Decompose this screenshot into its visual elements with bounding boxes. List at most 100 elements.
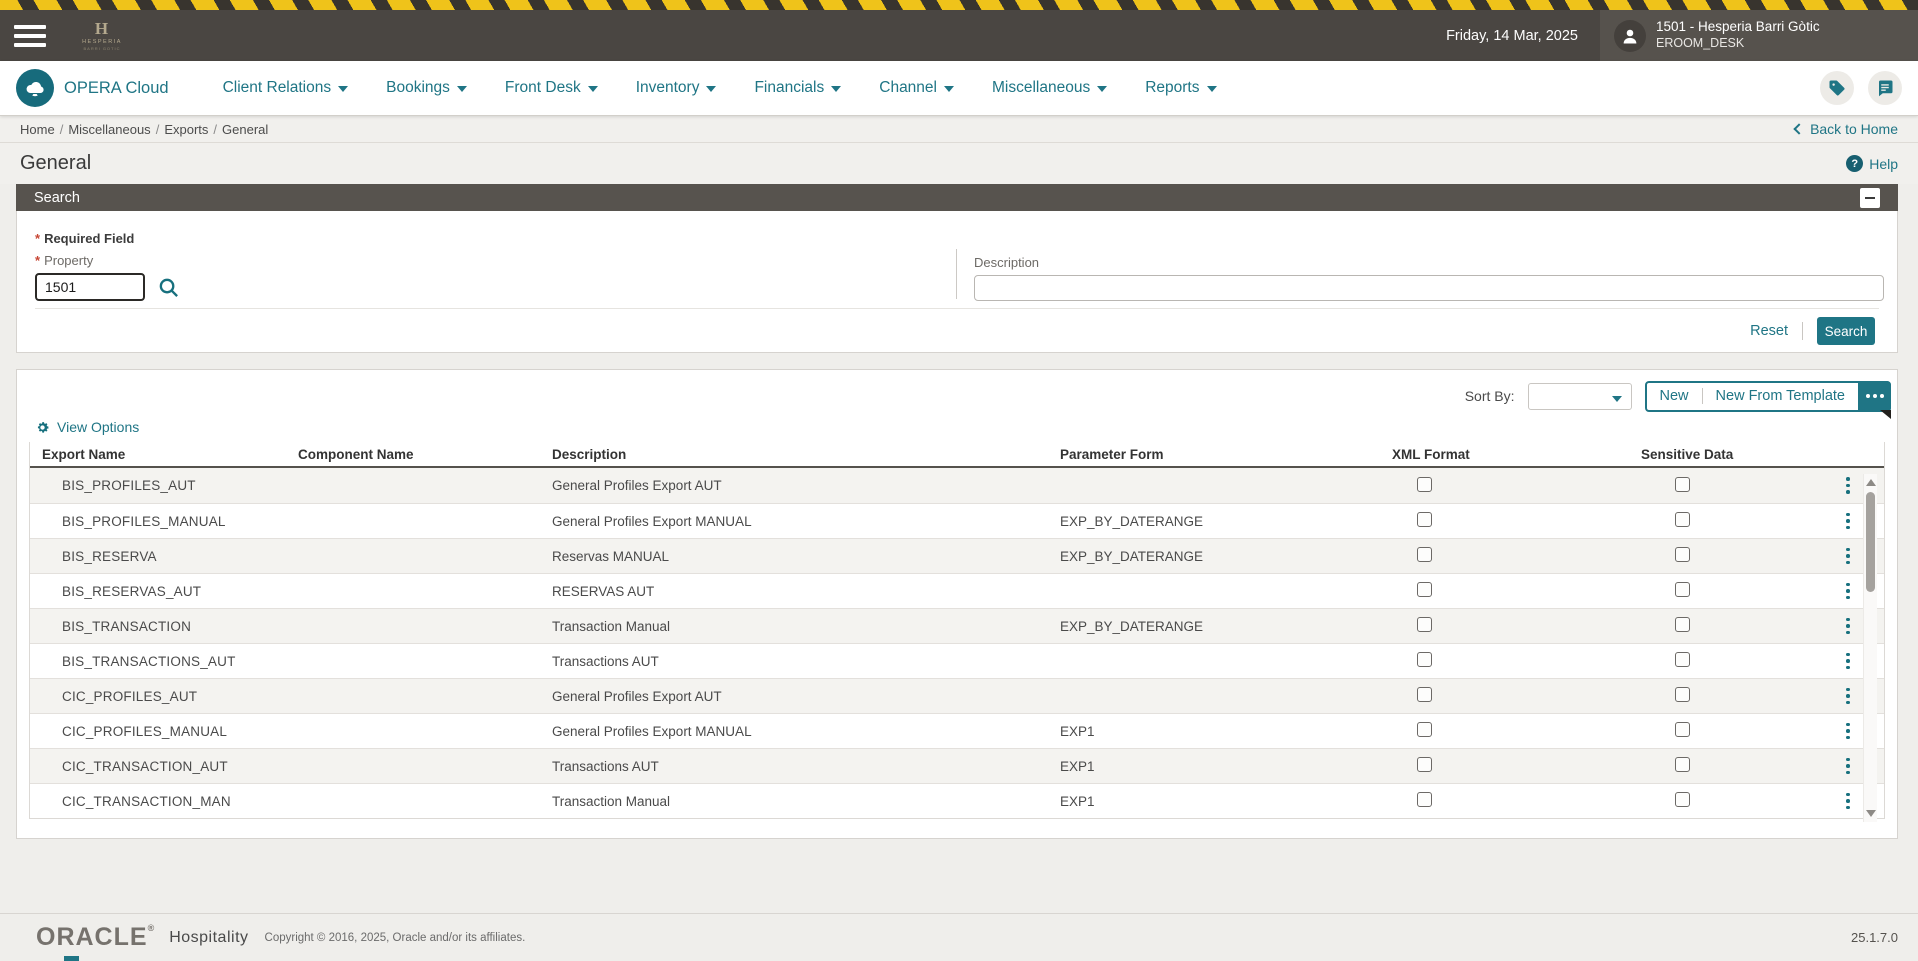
parameter-form-cell: EXP1 — [1060, 759, 1392, 774]
row-actions-kebab-icon[interactable] — [1841, 758, 1855, 775]
xml-format-checkbox[interactable] — [1417, 792, 1432, 807]
column-header-parameter-form: Parameter Form — [1060, 447, 1392, 462]
search-button[interactable]: Search — [1817, 317, 1875, 345]
nav-item-bookings[interactable]: Bookings — [386, 79, 467, 97]
sensitive-data-checkbox[interactable] — [1675, 722, 1690, 737]
chevron-down-icon — [457, 86, 467, 92]
description-cell: General Profiles Export MANUAL — [552, 514, 1060, 529]
sort-by-dropdown[interactable] — [1528, 383, 1632, 410]
xml-format-checkbox[interactable] — [1417, 477, 1432, 492]
parameter-form-cell: EXP_BY_DATERANGE — [1060, 619, 1392, 634]
table-row[interactable]: CIC_TRANSACTION_MANTransaction ManualEXP… — [30, 783, 1884, 818]
property-label: *Property — [35, 253, 180, 268]
row-actions-kebab-icon[interactable] — [1841, 548, 1855, 565]
row-actions-kebab-icon[interactable] — [1841, 583, 1855, 600]
sensitive-data-checkbox[interactable] — [1675, 582, 1690, 597]
nav-item-miscellaneous[interactable]: Miscellaneous — [992, 79, 1107, 97]
xml-format-checkbox[interactable] — [1417, 687, 1432, 702]
description-cell: Reservas MANUAL — [552, 549, 1060, 564]
nav-item-financials[interactable]: Financials — [754, 79, 841, 97]
scroll-up-arrow-icon[interactable] — [1866, 479, 1876, 486]
sensitive-data-checkbox[interactable] — [1675, 792, 1690, 807]
table-row[interactable]: BIS_RESERVAReservas MANUALEXP_BY_DATERAN… — [30, 538, 1884, 573]
property-context-switcher[interactable]: 1501 - Hesperia Barri Gòtic EROOM_DESK — [1600, 10, 1918, 61]
hamburger-menu-icon[interactable] — [14, 20, 46, 52]
nav-item-reports[interactable]: Reports — [1145, 79, 1216, 97]
back-to-home-link[interactable]: Back to Home — [1795, 121, 1898, 137]
description-input[interactable] — [974, 275, 1884, 301]
sensitive-data-checkbox[interactable] — [1675, 547, 1690, 562]
more-actions-button[interactable] — [1858, 381, 1891, 412]
row-actions-kebab-icon[interactable] — [1841, 688, 1855, 705]
parameter-form-cell: EXP_BY_DATERANGE — [1060, 514, 1392, 529]
sensitive-data-checkbox[interactable] — [1675, 757, 1690, 772]
parameter-form-cell: EXP1 — [1060, 794, 1392, 809]
table-row[interactable]: BIS_PROFILES_MANUALGeneral Profiles Expo… — [30, 503, 1884, 538]
sensitive-data-checkbox[interactable] — [1675, 687, 1690, 702]
nav-item-inventory[interactable]: Inventory — [636, 79, 717, 97]
row-actions-kebab-icon[interactable] — [1841, 618, 1855, 635]
opera-cloud-logo-icon — [16, 69, 54, 107]
chevron-left-icon — [1793, 123, 1804, 134]
nav-item-client-relations[interactable]: Client Relations — [223, 79, 349, 97]
table-row[interactable]: BIS_TRANSACTIONS_AUTTransactions AUT — [30, 643, 1884, 678]
scroll-down-arrow-icon[interactable] — [1866, 810, 1876, 817]
sensitive-data-checkbox[interactable] — [1675, 477, 1690, 492]
breadcrumb-separator: / — [213, 122, 217, 137]
description-cell: RESERVAS AUT — [552, 584, 1060, 599]
breadcrumb-item-miscellaneous[interactable]: Miscellaneous — [68, 122, 150, 137]
breadcrumb-separator: / — [156, 122, 160, 137]
nav-item-channel[interactable]: Channel — [879, 79, 954, 97]
new-button[interactable]: New — [1647, 388, 1702, 404]
parameter-form-cell: EXP_BY_DATERANGE — [1060, 549, 1392, 564]
sensitive-data-checkbox[interactable] — [1675, 512, 1690, 527]
property-search-icon[interactable] — [157, 276, 180, 299]
sensitive-data-checkbox[interactable] — [1675, 652, 1690, 667]
breadcrumb-item-exports[interactable]: Exports — [164, 122, 208, 137]
row-actions-kebab-icon[interactable] — [1841, 723, 1855, 740]
table-row[interactable]: CIC_PROFILES_AUTGeneral Profiles Export … — [30, 678, 1884, 713]
nav-item-front-desk[interactable]: Front Desk — [505, 79, 598, 97]
reset-button[interactable]: Reset — [1750, 323, 1788, 339]
required-field-note: *Required Field — [35, 231, 134, 246]
breadcrumb-item-general[interactable]: General — [222, 122, 268, 137]
description-cell: General Profiles Export AUT — [552, 689, 1060, 704]
table-row[interactable]: CIC_TRANSACTION_AUTTransactions AUTEXP1 — [30, 748, 1884, 783]
collapse-search-button[interactable] — [1860, 188, 1880, 208]
table-scrollbar[interactable] — [1863, 474, 1877, 822]
user-avatar-icon — [1614, 20, 1646, 52]
notes-feedback-icon[interactable] — [1868, 71, 1902, 105]
chevron-down-icon — [944, 86, 954, 92]
xml-format-checkbox[interactable] — [1417, 582, 1432, 597]
table-row[interactable]: BIS_TRANSACTIONTransaction ManualEXP_BY_… — [30, 608, 1884, 643]
field-divider — [956, 249, 957, 299]
xml-format-checkbox[interactable] — [1417, 652, 1432, 667]
copyright-text: Copyright © 2016, 2025, Oracle and/or it… — [265, 932, 526, 944]
scrollbar-thumb[interactable] — [1866, 492, 1875, 592]
sensitive-data-checkbox[interactable] — [1675, 617, 1690, 632]
xml-format-checkbox[interactable] — [1417, 617, 1432, 632]
row-actions-kebab-icon[interactable] — [1841, 793, 1855, 810]
new-from-template-button[interactable]: New From Template — [1703, 388, 1858, 404]
column-header-description: Description — [552, 447, 1060, 462]
row-actions-kebab-icon[interactable] — [1841, 513, 1855, 530]
row-actions-kebab-icon[interactable] — [1841, 653, 1855, 670]
view-options-link[interactable]: View Options — [35, 416, 1897, 438]
quick-launch-tag-icon[interactable] — [1820, 71, 1854, 105]
opera-cloud-home-link[interactable]: OPERA Cloud — [16, 69, 169, 107]
description-cell: General Profiles Export AUT — [552, 478, 1060, 493]
row-actions-kebab-icon[interactable] — [1841, 477, 1855, 494]
property-input[interactable] — [35, 273, 145, 301]
description-cell: Transaction Manual — [552, 794, 1060, 809]
export-name-cell: BIS_TRANSACTION — [42, 619, 298, 634]
breadcrumb-item-home[interactable]: Home — [20, 122, 55, 137]
xml-format-checkbox[interactable] — [1417, 757, 1432, 772]
table-row[interactable]: CIC_PROFILES_MANUALGeneral Profiles Expo… — [30, 713, 1884, 748]
xml-format-checkbox[interactable] — [1417, 512, 1432, 527]
xml-format-checkbox[interactable] — [1417, 547, 1432, 562]
xml-format-checkbox[interactable] — [1417, 722, 1432, 737]
table-row[interactable]: BIS_PROFILES_AUTGeneral Profiles Export … — [30, 468, 1884, 503]
help-link[interactable]: ? Help — [1846, 155, 1898, 172]
table-row[interactable]: BIS_RESERVAS_AUTRESERVAS AUT — [30, 573, 1884, 608]
search-panel: Search *Required Field *Property Descrip… — [16, 184, 1898, 353]
